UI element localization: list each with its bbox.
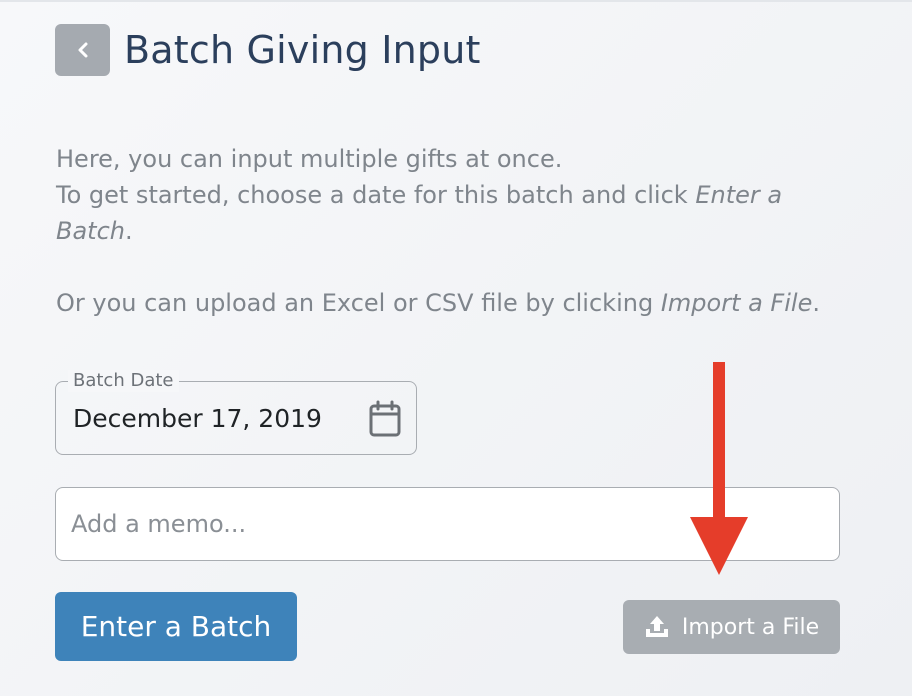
page-title: Batch Giving Input	[124, 28, 481, 72]
intro-text: Here, you can input multiple gifts at on…	[56, 141, 826, 249]
import-hint-text: Or you can upload an Excel or CSV file b…	[56, 289, 820, 317]
import-file-button[interactable]: Import a File	[623, 600, 840, 654]
intro-line-1: Here, you can input multiple gifts at on…	[56, 145, 563, 173]
enter-batch-button[interactable]: Enter a Batch	[55, 592, 297, 661]
chevron-left-icon	[78, 42, 87, 58]
batch-giving-panel: Batch Giving Input Here, you can input m…	[0, 0, 912, 696]
back-button[interactable]	[55, 24, 110, 76]
import-file-label: Import a File	[681, 614, 820, 640]
batch-date-label: Batch Date	[68, 370, 179, 392]
intro-line-2: To get started, choose a date for this b…	[56, 181, 783, 245]
annotation-arrow-icon	[690, 362, 748, 575]
calendar-icon[interactable]	[368, 400, 402, 438]
import-file-emphasis: Import a File	[660, 289, 813, 317]
upload-icon	[645, 616, 668, 637]
batch-date-value: December 17, 2019	[73, 404, 322, 433]
batch-date-field[interactable]: Batch Date December 17, 2019	[55, 370, 417, 455]
